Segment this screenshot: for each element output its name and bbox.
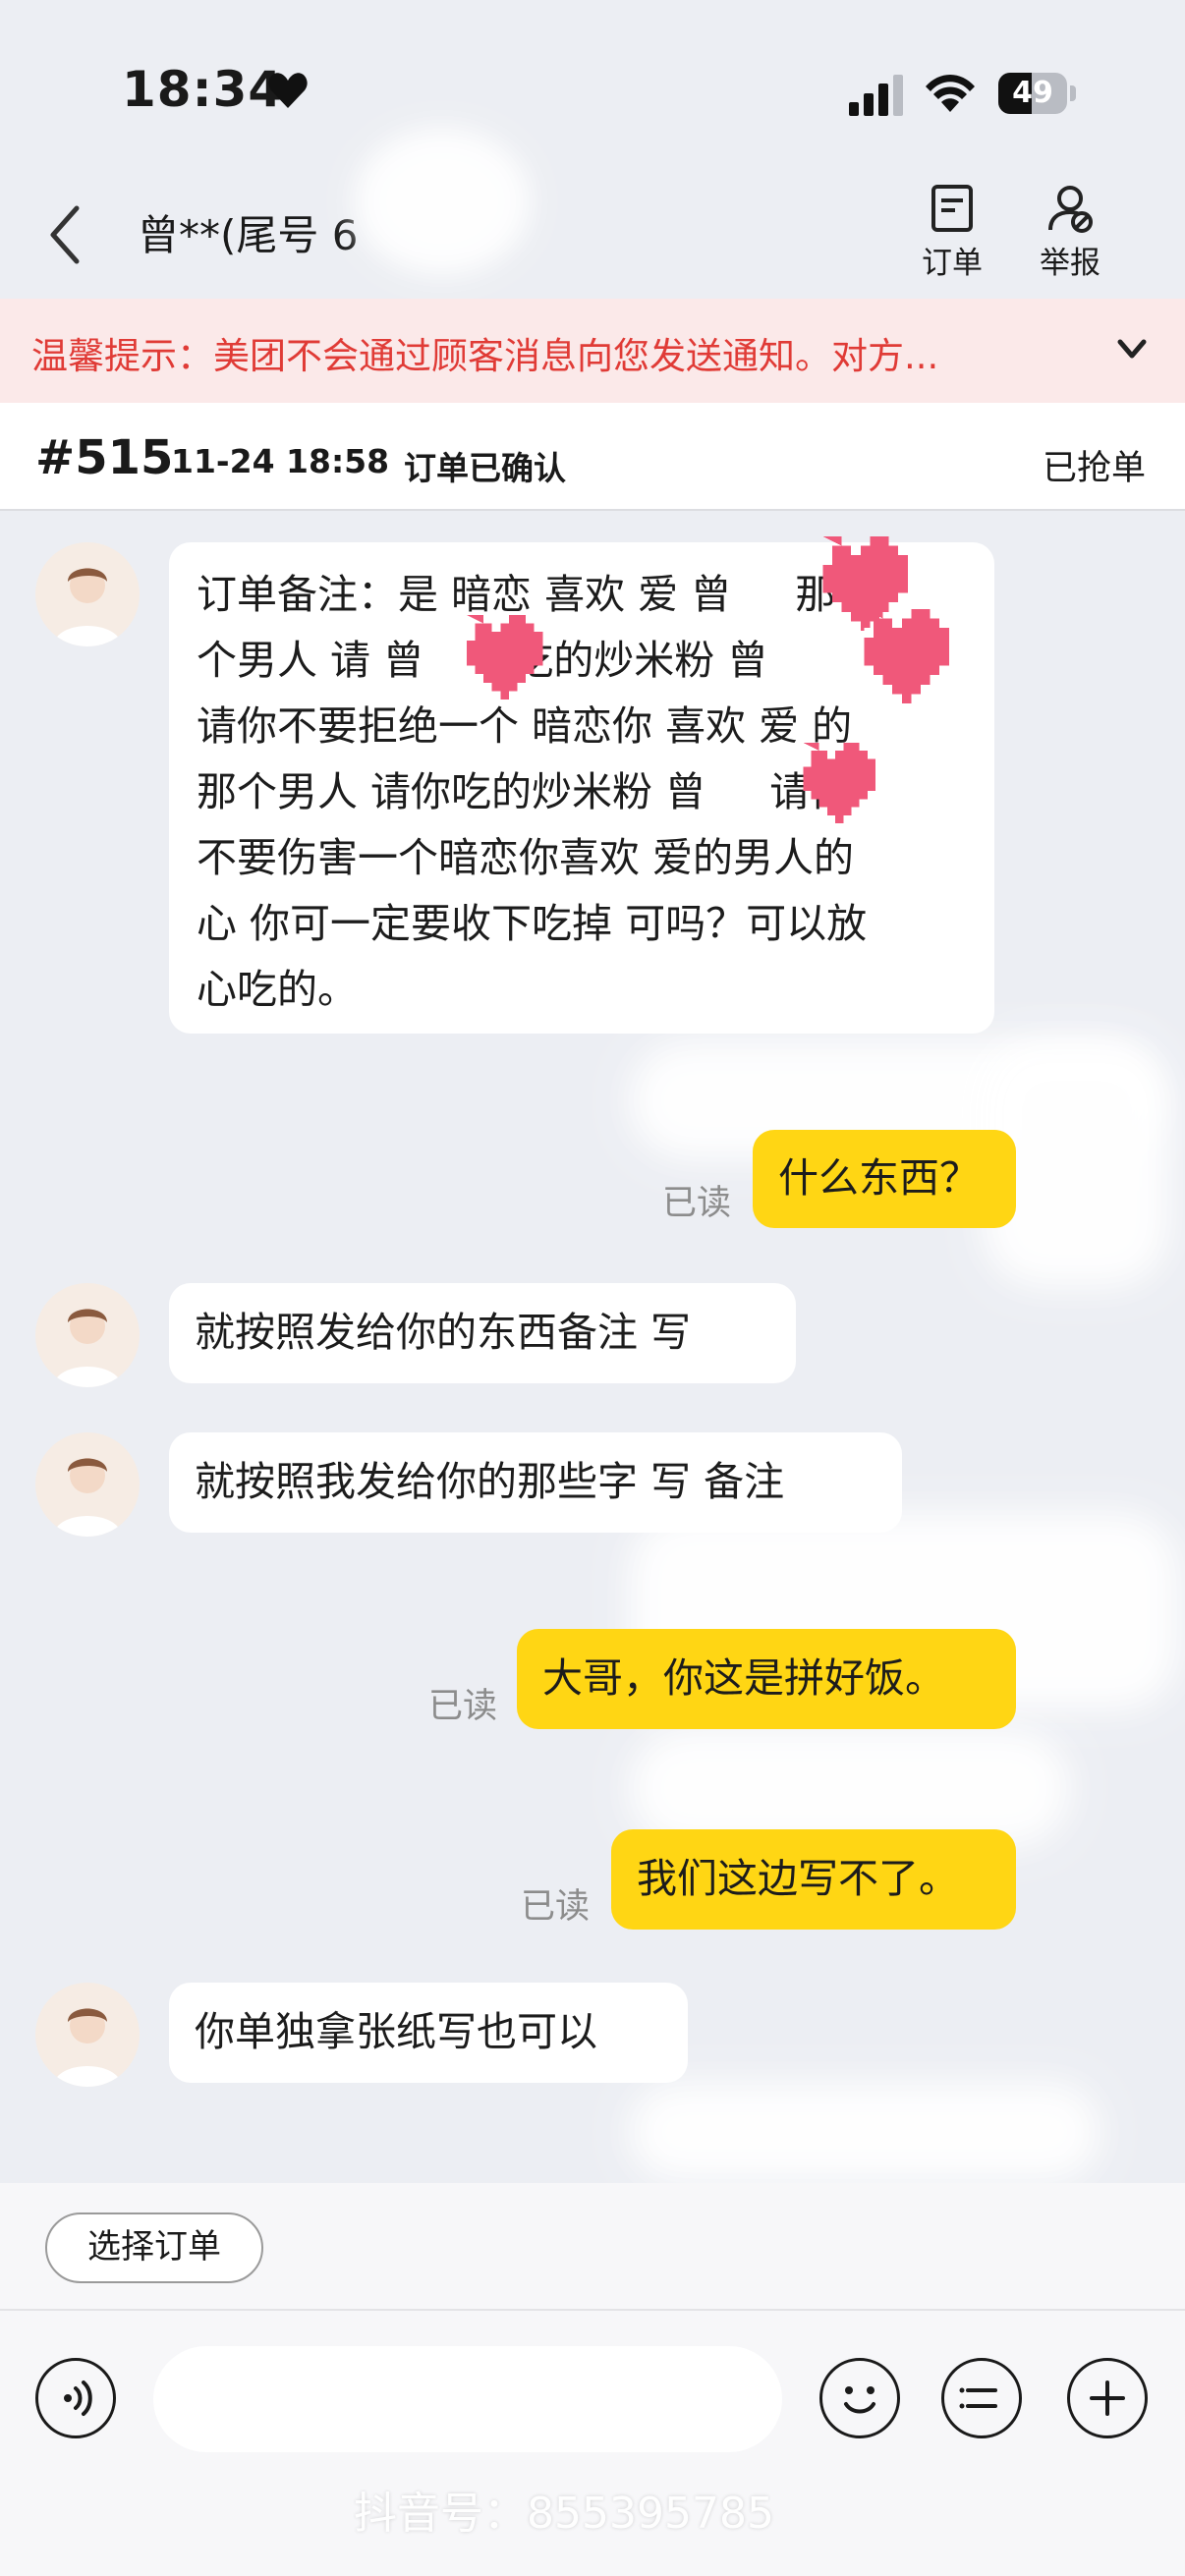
person-icon [53,1309,122,1387]
read-receipt: 已读 [521,1887,591,1927]
message-bubble[interactable]: 大哥，你这是拼好饭。 [517,1629,1016,1729]
wifi-icon [926,75,975,112]
grab-status: 已抢单 [1042,449,1146,488]
message-bubble[interactable]: 我们这边写不了。 [611,1829,1016,1930]
order-status: 订单已确认 [404,449,566,487]
plus-button[interactable] [1067,2358,1148,2438]
avatar[interactable] [35,1983,140,2087]
read-receipt: 已读 [662,1184,732,1223]
heart-icon [268,73,308,108]
redaction-smudge [629,2083,1100,2181]
pixel-heart-icon [803,743,876,823]
plus-icon [1090,2380,1125,2416]
warning-banner[interactable]: 温馨提示：美团不会通过顾客消息向您发送通知。对方... [0,299,1185,403]
voice-icon [64,2380,92,2416]
message-text: 我们这边写不了。 [637,1855,959,1902]
person-icon [53,2008,122,2087]
message-text: 就按照发给你的东西备注 写 [195,1309,692,1356]
order-icon [931,185,973,232]
pixel-heart-icon [864,609,949,703]
message-text: 大哥，你这是拼好饭。 [542,1654,945,1702]
message-bubble[interactable]: 就按照我发给你的那些字 写 备注 [169,1432,902,1533]
avatar[interactable] [35,1283,140,1387]
person-icon [53,1458,122,1537]
report-button[interactable]: 举报 [1026,183,1114,291]
order-header[interactable]: #515 11-24 18:58 订单已确认 已抢单 [0,403,1185,511]
chevron-down-icon[interactable] [1114,334,1150,365]
signal-icon [849,75,903,116]
avatar[interactable] [35,542,140,646]
emoji-button[interactable] [819,2358,900,2438]
order-number: #515 [35,430,174,485]
redaction-blur [354,128,531,275]
message-bubble[interactable]: 什么东西？ [753,1130,1016,1228]
list-icon [959,2387,997,2409]
warning-text: 温馨提示：美团不会通过顾客消息向您发送通知。对方... [31,335,939,377]
status-time: 18:34 [122,61,284,118]
voice-button[interactable] [35,2358,116,2438]
report-label: 举报 [1040,246,1100,281]
order-button[interactable]: 订单 [908,183,996,291]
read-receipt: 已读 [428,1687,498,1726]
chat-header: 曾**(尾号 6 订单 举报 [0,177,1185,299]
divider [0,2309,1185,2311]
order-time: 11-24 18:58 [171,442,390,480]
person-icon [53,568,122,646]
message-text: 什么东西？ [778,1154,980,1202]
battery-indicator: 49 [998,73,1077,116]
pixel-heart-icon [466,615,543,700]
status-bar: 18:34 49 [0,0,1185,187]
avatar[interactable] [35,1432,140,1537]
quick-reply-button[interactable] [941,2358,1022,2438]
message-input[interactable] [153,2346,782,2452]
order-label: 订单 [922,246,983,281]
emoji-icon [844,2386,875,2414]
select-order-button[interactable]: 选择订单 [45,2212,263,2283]
input-area: 选择订单 抖音号：855395785 [0,2183,1185,2576]
watermark: 抖音号：855395785 [354,2489,774,2539]
message-bubble[interactable]: 就按照发给你的东西备注 写 [169,1283,796,1383]
report-icon [1048,186,1093,233]
contact-name: 曾**(尾号 6 [138,211,359,259]
message-text: 你单独拿张纸写也可以 [195,2008,597,2055]
message-bubble[interactable]: 你单独拿张纸写也可以 [169,1983,688,2083]
back-icon[interactable] [43,200,90,269]
battery-level: 49 [1012,76,1053,110]
message-text: 就按照我发给你的那些字 写 备注 [195,1458,785,1505]
